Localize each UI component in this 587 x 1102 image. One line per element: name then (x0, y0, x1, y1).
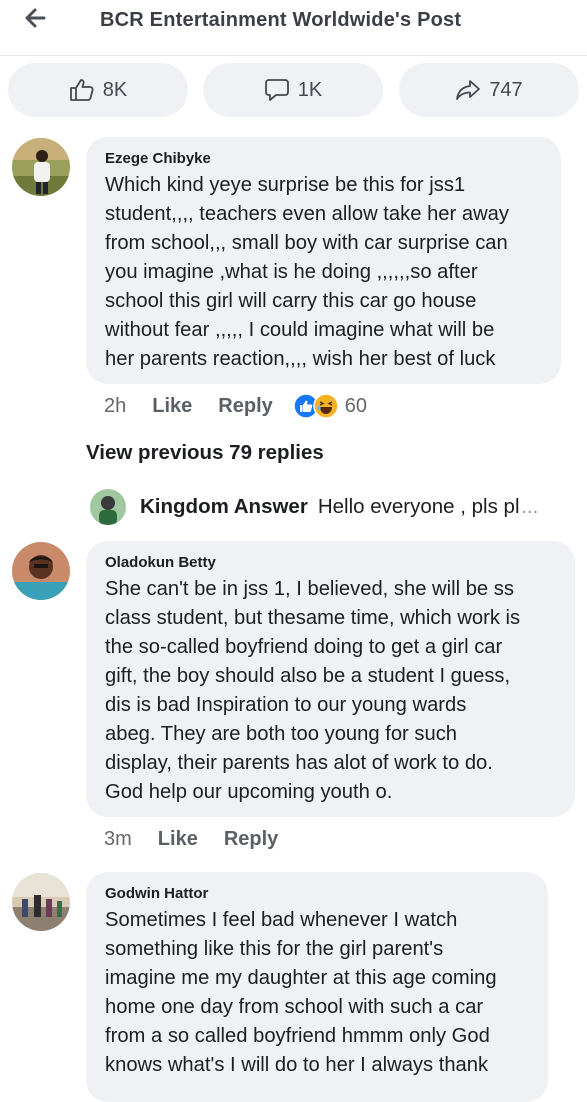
thumbs-up-icon (69, 79, 94, 101)
reply-ellipsis: ... (521, 495, 539, 518)
like-link[interactable]: Like (158, 828, 198, 851)
comment-bubble[interactable]: Ezege Chibyke Which kind yeye surprise b… (86, 137, 561, 384)
like-count: 8K (102, 78, 128, 101)
reply-link[interactable]: Reply (218, 395, 272, 418)
post-action-bar: 8K 1K 747 (0, 60, 587, 120)
reply-text: Hello everyone , pls pl (317, 495, 520, 518)
avatar[interactable] (12, 138, 70, 196)
header-bar: BCR Entertainment Worldwide's Post (0, 0, 587, 52)
header-divider (0, 55, 587, 56)
comment-text: Which kind yeye surprise be this for jss… (105, 174, 509, 370)
comment-meta: 3m Like Reply (104, 828, 304, 851)
comment-bubble[interactable]: Godwin Hattor Sometimes I feel bad whene… (86, 872, 548, 1102)
comment-time: 3m (104, 828, 132, 850)
comment-count-button[interactable]: 1K (203, 63, 383, 117)
comment-text: Sometimes I feel bad whenever I watch so… (105, 909, 497, 1076)
reaction-count: 60 (344, 394, 367, 417)
like-count-button[interactable]: 8K (8, 63, 188, 117)
comment-bubble[interactable]: Oladokun Betty She can't be in jss 1, I … (86, 541, 575, 817)
share-arrow-icon (456, 80, 481, 100)
comment-count: 1K (297, 78, 323, 101)
reply-link[interactable]: Reply (224, 828, 278, 851)
page-title: BCR Entertainment Worldwide's Post (100, 9, 462, 31)
avatar[interactable] (12, 873, 70, 931)
view-previous-replies-link[interactable]: View previous 79 replies (86, 441, 324, 465)
avatar[interactable] (12, 542, 70, 600)
comment-author[interactable]: Godwin Hattor (105, 885, 529, 902)
comment-bubble-icon (264, 79, 289, 101)
share-count-button[interactable]: 747 (399, 63, 579, 117)
comment-time: 2h (104, 394, 127, 417)
comment-meta: 2h Like Reply 60 (104, 393, 367, 419)
like-link[interactable]: Like (152, 395, 192, 418)
reply-preview[interactable]: Kingdom Answer Hello everyone , pls pl .… (90, 487, 560, 527)
comment-author[interactable]: Oladokun Betty (105, 554, 556, 571)
haha-reaction-icon (313, 393, 339, 419)
share-count: 747 (489, 78, 523, 101)
reply-author[interactable]: Kingdom Answer (140, 495, 308, 519)
back-arrow-icon[interactable] (20, 4, 54, 34)
avatar[interactable] (90, 489, 126, 525)
comment-author[interactable]: Ezege Chibyke (105, 150, 542, 167)
comment-text: She can't be in jss 1, I believed, she w… (105, 578, 521, 803)
reaction-summary[interactable]: 60 (293, 393, 367, 419)
